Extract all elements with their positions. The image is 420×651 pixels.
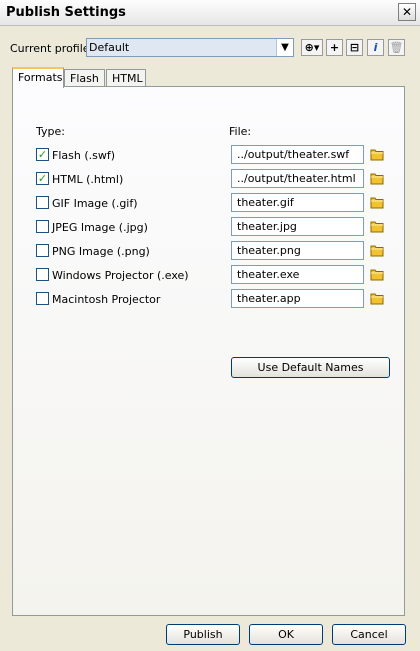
folder-icon[interactable]: [370, 290, 384, 306]
format-row: ✓ Flash (.swf) ../output/theater.swf: [13, 145, 403, 165]
folder-icon[interactable]: [370, 266, 384, 282]
file-path-field[interactable]: theater.png: [231, 241, 364, 260]
format-label: Flash (.swf): [52, 149, 116, 162]
format-checkbox[interactable]: [36, 196, 49, 209]
file-path-field[interactable]: theater.jpg: [231, 217, 364, 236]
format-checkbox[interactable]: [36, 268, 49, 281]
tab-html[interactable]: HTML: [106, 69, 146, 87]
folder-icon[interactable]: [370, 170, 384, 186]
publish-settings-dialog: Publish Settings ✕ Current profile: Defa…: [0, 0, 420, 651]
close-button[interactable]: ✕: [398, 3, 416, 21]
import-export-profile-button[interactable]: ⊕▾: [301, 39, 323, 56]
profile-label: Current profile:: [10, 42, 94, 55]
file-header: File:: [229, 125, 252, 138]
format-label: GIF Image (.gif): [52, 197, 138, 210]
cancel-button[interactable]: Cancel: [332, 624, 406, 645]
profile-dropdown[interactable]: Default ▼: [86, 38, 294, 57]
format-row: ✓ HTML (.html) ../output/theater.html: [13, 169, 403, 189]
format-row: Macintosh Projector theater.app: [13, 289, 403, 309]
format-row: Windows Projector (.exe) theater.exe: [13, 265, 403, 285]
file-path-field[interactable]: theater.gif: [231, 193, 364, 212]
format-checkbox[interactable]: ✓: [36, 148, 49, 161]
profile-row: Current profile: Default ▼ ⊕▾ + ⊟ i 🗑: [0, 38, 420, 60]
folder-icon[interactable]: [370, 194, 384, 210]
delete-profile-button[interactable]: 🗑: [388, 39, 405, 56]
format-checkbox[interactable]: [36, 244, 49, 257]
format-label: JPEG Image (.jpg): [52, 221, 148, 234]
formats-panel: Type: File: ✓ Flash (.swf) ../output/theat…: [12, 86, 405, 616]
publish-button[interactable]: Publish: [166, 624, 240, 645]
title-bar: Publish Settings ✕: [0, 0, 420, 26]
chevron-down-icon[interactable]: ▼: [276, 39, 293, 56]
file-path-field[interactable]: theater.exe: [231, 265, 364, 284]
profile-value: Default: [89, 41, 130, 54]
file-path-field[interactable]: ../output/theater.html: [231, 169, 364, 188]
format-label: Macintosh Projector: [52, 293, 161, 306]
folder-icon[interactable]: [370, 218, 384, 234]
create-profile-button[interactable]: +: [326, 39, 343, 56]
tab-strip: Formats Flash HTML: [12, 67, 402, 88]
file-path-field[interactable]: ../output/theater.swf: [231, 145, 364, 164]
format-row: PNG Image (.png) theater.png: [13, 241, 403, 261]
type-header: Type:: [36, 125, 65, 138]
file-path-field[interactable]: theater.app: [231, 289, 364, 308]
profile-properties-button[interactable]: i: [367, 39, 384, 56]
format-row: GIF Image (.gif) theater.gif: [13, 193, 403, 213]
format-label: Windows Projector (.exe): [52, 269, 189, 282]
use-default-names-button[interactable]: Use Default Names: [231, 357, 390, 378]
format-checkbox[interactable]: ✓: [36, 172, 49, 185]
duplicate-profile-button[interactable]: ⊟: [346, 39, 363, 56]
ok-button[interactable]: OK: [249, 624, 323, 645]
format-label: PNG Image (.png): [52, 245, 150, 258]
format-row: JPEG Image (.jpg) theater.jpg: [13, 217, 403, 237]
folder-icon[interactable]: [370, 146, 384, 162]
tab-formats[interactable]: Formats: [12, 67, 64, 88]
folder-icon[interactable]: [370, 242, 384, 258]
tab-flash[interactable]: Flash: [64, 69, 105, 87]
format-checkbox[interactable]: [36, 220, 49, 233]
window-title: Publish Settings: [6, 5, 126, 20]
format-label: HTML (.html): [52, 173, 124, 186]
format-checkbox[interactable]: [36, 292, 49, 305]
